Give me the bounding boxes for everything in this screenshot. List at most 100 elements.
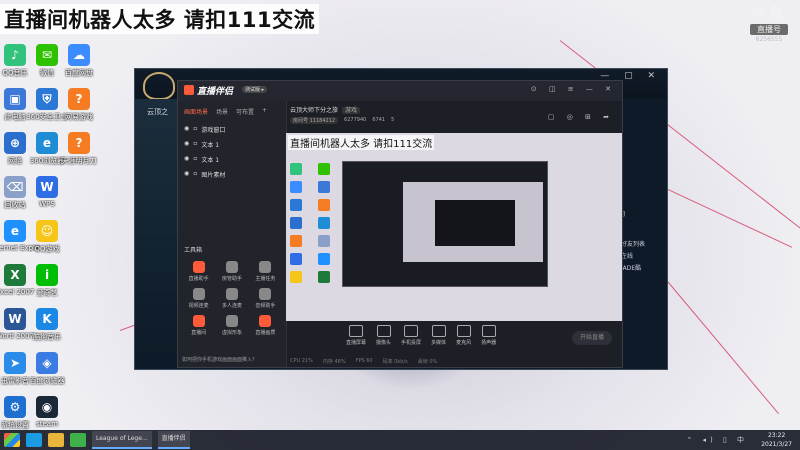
tab-scene-view[interactable]: 画面场景 (184, 107, 208, 116)
room-stat: 6277940 (344, 117, 367, 123)
desktop-icon[interactable]: ? 网易游戏 (54, 88, 104, 122)
app-icon: ◈ (36, 352, 58, 374)
league-tab[interactable]: 云顶之 (147, 107, 168, 117)
folder-icon[interactable] (48, 433, 64, 447)
scene-item-label: 图片素材 (201, 172, 226, 179)
clock[interactable]: 23:22 2021/3/27 (761, 431, 792, 449)
status-item: 码率 0kb/s (382, 359, 408, 365)
source-control-button[interactable]: 直播屏幕 (346, 324, 366, 346)
desktop-icon[interactable]: ◈ 百度浏览器 (22, 352, 72, 386)
tab-scene[interactable]: 场景 (216, 107, 228, 116)
scene-item[interactable]: ◉ ▫ 游戏窗口 (178, 122, 286, 137)
room-stat: 房间号 11184212 (290, 117, 339, 124)
tool-button[interactable]: 多人连麦 (215, 288, 248, 309)
tool-icon (259, 288, 272, 300)
system-tray[interactable]: ⌃ ◂) ▯ 中 (686, 435, 748, 445)
douyu-logo: 斗鱼 (751, 4, 786, 22)
clock-time: 23:22 (767, 432, 786, 439)
scene-item[interactable]: ◉ ▫ 文本 1 (178, 137, 286, 152)
version-badge[interactable]: 测试版 ▸ (242, 86, 268, 93)
eye-icon[interactable]: ◉ (184, 125, 189, 134)
clock-date: 2021/3/27 (761, 441, 792, 448)
scene-panel: 画面场景 场景 可布置 + ◉ ▫ 游戏窗口 ◉ ▫ 文本 1 ◉ ▫ 文本 1 ◉ ▫ 图片素… (178, 101, 287, 367)
control-label: 摄像头 (376, 339, 392, 346)
tool-button[interactable]: 虚拟形象 (215, 315, 248, 336)
preview-nested-window (435, 200, 515, 246)
desktop-icon-label: 酷狗音乐 (33, 333, 61, 341)
desktop-icon-label: 爱奇艺 (36, 289, 58, 297)
scene-item[interactable]: ◉ ▫ 文本 1 (178, 152, 286, 167)
lock-icon[interactable]: ▫ (193, 170, 197, 179)
app-icon[interactable] (70, 433, 86, 447)
tool-label: 视频连麦 (188, 303, 209, 309)
app-icon: W (36, 176, 58, 198)
preview-nested-window (403, 182, 543, 262)
control-label: 手机投屏 (401, 339, 422, 346)
start-live-button[interactable]: 开始直播 (572, 331, 612, 345)
tab-layout[interactable]: 可布置 (236, 107, 254, 116)
lock-icon[interactable]: ▫ (193, 155, 197, 164)
start-button[interactable] (4, 433, 20, 447)
source-control-button[interactable]: 麦克风 (456, 324, 471, 346)
app-icon: ? (68, 88, 90, 110)
live-companion-window[interactable]: 直播伴侣 测试版 ▸ ⊙ ◫ ≡ — ✕ 画面场景 场景 可布置 + ◉ ▫ 游戏窗… (177, 80, 623, 368)
desktop-icon[interactable]: ? 天涯明月刀 (54, 132, 104, 166)
desktop-icon[interactable]: ☺ QQ游戏 (22, 220, 72, 254)
titlebar-icons[interactable]: ⊙ ◫ ≡ — ✕ (531, 85, 616, 93)
source-control-button[interactable]: 手机投屏 (401, 324, 422, 346)
preview-icon (318, 271, 330, 283)
league-side-text: JADE酷 (621, 265, 642, 272)
desktop-icon[interactable]: K 酷狗音乐 (22, 308, 72, 342)
app-icon: ? (68, 132, 90, 154)
tool-button[interactable]: 音频助手 (249, 288, 282, 309)
lock-icon[interactable]: ▫ (193, 140, 197, 149)
tool-button[interactable]: 直播间 (182, 315, 215, 336)
add-scene-button[interactable]: + (262, 107, 267, 116)
scene-item-label: 文本 1 (201, 142, 220, 149)
scene-item[interactable]: ◉ ▫ 图片素材 (178, 167, 286, 182)
tool-button[interactable]: 直播助手 (182, 261, 215, 282)
desktop-icon[interactable]: i 爱奇艺 (22, 264, 72, 298)
taskbar-task-companion[interactable]: 直播伴侣 (157, 431, 190, 449)
help-hint[interactable]: 如何把你手机游戏画面画面推入？ (182, 356, 257, 363)
browser-icon[interactable] (26, 433, 42, 447)
desktop-icon-label: QQ游戏 (34, 245, 60, 253)
desktop-icon-label: 百度浏览器 (29, 377, 65, 385)
desktop-icon[interactable]: W WPS (22, 176, 72, 208)
lock-icon[interactable]: ▫ (193, 125, 197, 134)
eye-icon[interactable]: ◉ (184, 155, 189, 164)
control-label: 扬声器 (481, 339, 497, 346)
tool-button[interactable]: 房管助手 (215, 261, 248, 282)
source-control-button[interactable]: 扬声器 (481, 324, 497, 346)
douyu-sub: 直播号 (750, 24, 788, 35)
source-control-button[interactable]: 摄像头 (376, 324, 392, 346)
share-icons[interactable]: ▢ ◎ ⊞ ➦ (548, 113, 614, 121)
app-icon: K (36, 308, 58, 330)
taskbar-task-league[interactable]: League of Lege... (92, 431, 152, 449)
status-item: CPU 21% (290, 358, 313, 364)
toolbox-grid: 直播助手 房管助手 主播任务视频连麦 多人连麦 音频助手直播间 虚拟形象 直播画质 (182, 261, 282, 336)
tool-button[interactable]: 主播任务 (249, 261, 282, 282)
tool-label: 音频助手 (255, 303, 276, 309)
control-icon (431, 324, 446, 337)
scene-item-label: 文本 1 (201, 157, 220, 164)
tool-label: 房管助手 (221, 276, 242, 282)
room-title[interactable]: 云顶大师下分之旅 (290, 107, 338, 114)
tool-button[interactable]: 视频连麦 (182, 288, 215, 309)
status-bar: CPU 21% 内存 48% FPS 60 码率 0kb/s 丢帧 0% (290, 358, 618, 365)
desktop-icon[interactable]: ◉ steam (22, 396, 72, 428)
eye-icon[interactable]: ◉ (184, 170, 189, 179)
preview-icon (290, 217, 302, 229)
tool-icon (192, 288, 205, 300)
companion-logo: 直播伴侣 (184, 84, 233, 97)
preview-icon (290, 199, 302, 211)
preview-icon (318, 163, 330, 175)
source-control-button[interactable]: 多媒体 (431, 324, 446, 346)
scene-item-label: 游戏窗口 (201, 127, 226, 134)
tool-button[interactable]: 直播画质 (249, 315, 282, 336)
desktop-icon[interactable]: ☁ 百度网盘 (54, 44, 104, 78)
eye-icon[interactable]: ◉ (184, 140, 189, 149)
preview-icon (290, 271, 302, 283)
app-icon: ◉ (36, 396, 58, 418)
desktop-icon-label: 天涯明月刀 (61, 157, 97, 165)
